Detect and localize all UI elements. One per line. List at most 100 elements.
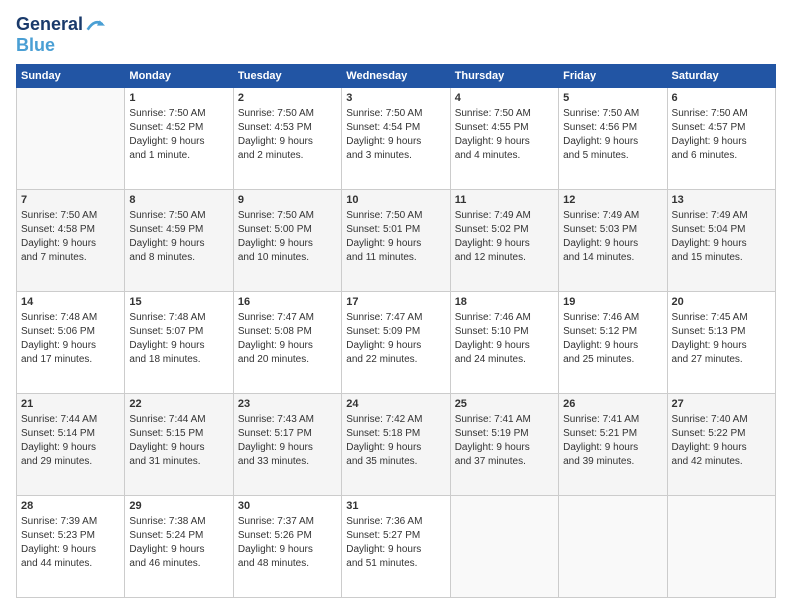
page: General Blue SundayMondayTuesdayWednesda… (0, 0, 792, 612)
calendar-cell: 24Sunrise: 7:42 AMSunset: 5:18 PMDayligh… (342, 394, 450, 496)
calendar-cell: 27Sunrise: 7:40 AMSunset: 5:22 PMDayligh… (667, 394, 775, 496)
calendar-cell: 18Sunrise: 7:46 AMSunset: 5:10 PMDayligh… (450, 292, 558, 394)
day-number: 8 (129, 193, 228, 208)
day-info: Sunrise: 7:44 AMSunset: 5:15 PMDaylight:… (129, 413, 228, 469)
day-info: Sunrise: 7:49 AMSunset: 5:04 PMDaylight:… (672, 209, 771, 265)
calendar-cell: 6Sunrise: 7:50 AMSunset: 4:57 PMDaylight… (667, 88, 775, 190)
calendar-body: 1Sunrise: 7:50 AMSunset: 4:52 PMDaylight… (17, 88, 776, 598)
weekday-sunday: Sunday (17, 65, 125, 88)
week-row-2: 7Sunrise: 7:50 AMSunset: 4:58 PMDaylight… (17, 190, 776, 292)
day-number: 26 (563, 397, 662, 412)
day-info: Sunrise: 7:49 AMSunset: 5:03 PMDaylight:… (563, 209, 662, 265)
day-info: Sunrise: 7:49 AMSunset: 5:02 PMDaylight:… (455, 209, 554, 265)
day-info: Sunrise: 7:40 AMSunset: 5:22 PMDaylight:… (672, 413, 771, 469)
calendar-cell: 11Sunrise: 7:49 AMSunset: 5:02 PMDayligh… (450, 190, 558, 292)
logo-general: General (16, 14, 83, 35)
day-number: 10 (346, 193, 445, 208)
day-number: 18 (455, 295, 554, 310)
day-number: 23 (238, 397, 337, 412)
day-number: 6 (672, 91, 771, 106)
calendar-cell: 2Sunrise: 7:50 AMSunset: 4:53 PMDaylight… (233, 88, 341, 190)
weekday-friday: Friday (559, 65, 667, 88)
day-info: Sunrise: 7:50 AMSunset: 4:53 PMDaylight:… (238, 107, 337, 163)
day-info: Sunrise: 7:48 AMSunset: 5:06 PMDaylight:… (21, 311, 120, 367)
weekday-header-row: SundayMondayTuesdayWednesdayThursdayFrid… (17, 65, 776, 88)
calendar-cell: 3Sunrise: 7:50 AMSunset: 4:54 PMDaylight… (342, 88, 450, 190)
weekday-wednesday: Wednesday (342, 65, 450, 88)
calendar-cell: 19Sunrise: 7:46 AMSunset: 5:12 PMDayligh… (559, 292, 667, 394)
calendar-cell: 8Sunrise: 7:50 AMSunset: 4:59 PMDaylight… (125, 190, 233, 292)
day-info: Sunrise: 7:41 AMSunset: 5:19 PMDaylight:… (455, 413, 554, 469)
day-info: Sunrise: 7:50 AMSunset: 4:59 PMDaylight:… (129, 209, 228, 265)
day-number: 20 (672, 295, 771, 310)
day-number: 1 (129, 91, 228, 106)
calendar-cell: 29Sunrise: 7:38 AMSunset: 5:24 PMDayligh… (125, 496, 233, 598)
day-info: Sunrise: 7:47 AMSunset: 5:08 PMDaylight:… (238, 311, 337, 367)
day-number: 27 (672, 397, 771, 412)
day-info: Sunrise: 7:36 AMSunset: 5:27 PMDaylight:… (346, 515, 445, 571)
logo-blue-text: Blue (16, 35, 105, 56)
calendar-cell (17, 88, 125, 190)
day-number: 7 (21, 193, 120, 208)
day-number: 28 (21, 499, 120, 514)
calendar-cell: 25Sunrise: 7:41 AMSunset: 5:19 PMDayligh… (450, 394, 558, 496)
calendar-cell: 21Sunrise: 7:44 AMSunset: 5:14 PMDayligh… (17, 394, 125, 496)
calendar-cell (450, 496, 558, 598)
day-info: Sunrise: 7:50 AMSunset: 4:58 PMDaylight:… (21, 209, 120, 265)
day-number: 16 (238, 295, 337, 310)
calendar-cell: 7Sunrise: 7:50 AMSunset: 4:58 PMDaylight… (17, 190, 125, 292)
header: General Blue (16, 14, 776, 56)
day-number: 5 (563, 91, 662, 106)
calendar-cell: 17Sunrise: 7:47 AMSunset: 5:09 PMDayligh… (342, 292, 450, 394)
calendar-cell: 14Sunrise: 7:48 AMSunset: 5:06 PMDayligh… (17, 292, 125, 394)
weekday-saturday: Saturday (667, 65, 775, 88)
day-info: Sunrise: 7:50 AMSunset: 4:52 PMDaylight:… (129, 107, 228, 163)
day-number: 29 (129, 499, 228, 514)
day-number: 2 (238, 91, 337, 106)
calendar-cell: 20Sunrise: 7:45 AMSunset: 5:13 PMDayligh… (667, 292, 775, 394)
day-number: 25 (455, 397, 554, 412)
calendar-cell: 1Sunrise: 7:50 AMSunset: 4:52 PMDaylight… (125, 88, 233, 190)
calendar-cell: 31Sunrise: 7:36 AMSunset: 5:27 PMDayligh… (342, 496, 450, 598)
day-info: Sunrise: 7:44 AMSunset: 5:14 PMDaylight:… (21, 413, 120, 469)
day-info: Sunrise: 7:46 AMSunset: 5:12 PMDaylight:… (563, 311, 662, 367)
day-info: Sunrise: 7:43 AMSunset: 5:17 PMDaylight:… (238, 413, 337, 469)
calendar-cell: 9Sunrise: 7:50 AMSunset: 5:00 PMDaylight… (233, 190, 341, 292)
day-number: 21 (21, 397, 120, 412)
day-info: Sunrise: 7:45 AMSunset: 5:13 PMDaylight:… (672, 311, 771, 367)
day-info: Sunrise: 7:50 AMSunset: 4:54 PMDaylight:… (346, 107, 445, 163)
calendar-cell (559, 496, 667, 598)
week-row-4: 21Sunrise: 7:44 AMSunset: 5:14 PMDayligh… (17, 394, 776, 496)
calendar-cell: 5Sunrise: 7:50 AMSunset: 4:56 PMDaylight… (559, 88, 667, 190)
week-row-1: 1Sunrise: 7:50 AMSunset: 4:52 PMDaylight… (17, 88, 776, 190)
day-number: 11 (455, 193, 554, 208)
calendar-cell: 30Sunrise: 7:37 AMSunset: 5:26 PMDayligh… (233, 496, 341, 598)
day-number: 3 (346, 91, 445, 106)
week-row-3: 14Sunrise: 7:48 AMSunset: 5:06 PMDayligh… (17, 292, 776, 394)
weekday-thursday: Thursday (450, 65, 558, 88)
calendar-cell: 26Sunrise: 7:41 AMSunset: 5:21 PMDayligh… (559, 394, 667, 496)
logo-bird-icon (85, 15, 105, 35)
day-info: Sunrise: 7:48 AMSunset: 5:07 PMDaylight:… (129, 311, 228, 367)
day-info: Sunrise: 7:46 AMSunset: 5:10 PMDaylight:… (455, 311, 554, 367)
day-info: Sunrise: 7:42 AMSunset: 5:18 PMDaylight:… (346, 413, 445, 469)
day-number: 31 (346, 499, 445, 514)
day-number: 15 (129, 295, 228, 310)
week-row-5: 28Sunrise: 7:39 AMSunset: 5:23 PMDayligh… (17, 496, 776, 598)
day-number: 9 (238, 193, 337, 208)
day-info: Sunrise: 7:41 AMSunset: 5:21 PMDaylight:… (563, 413, 662, 469)
calendar-cell: 10Sunrise: 7:50 AMSunset: 5:01 PMDayligh… (342, 190, 450, 292)
calendar-cell (667, 496, 775, 598)
logo: General Blue (16, 14, 105, 56)
day-number: 22 (129, 397, 228, 412)
calendar-cell: 12Sunrise: 7:49 AMSunset: 5:03 PMDayligh… (559, 190, 667, 292)
day-info: Sunrise: 7:47 AMSunset: 5:09 PMDaylight:… (346, 311, 445, 367)
day-info: Sunrise: 7:37 AMSunset: 5:26 PMDaylight:… (238, 515, 337, 571)
day-number: 19 (563, 295, 662, 310)
day-number: 24 (346, 397, 445, 412)
calendar-cell: 16Sunrise: 7:47 AMSunset: 5:08 PMDayligh… (233, 292, 341, 394)
calendar-cell: 28Sunrise: 7:39 AMSunset: 5:23 PMDayligh… (17, 496, 125, 598)
calendar-cell: 4Sunrise: 7:50 AMSunset: 4:55 PMDaylight… (450, 88, 558, 190)
day-info: Sunrise: 7:38 AMSunset: 5:24 PMDaylight:… (129, 515, 228, 571)
day-info: Sunrise: 7:50 AMSunset: 4:56 PMDaylight:… (563, 107, 662, 163)
